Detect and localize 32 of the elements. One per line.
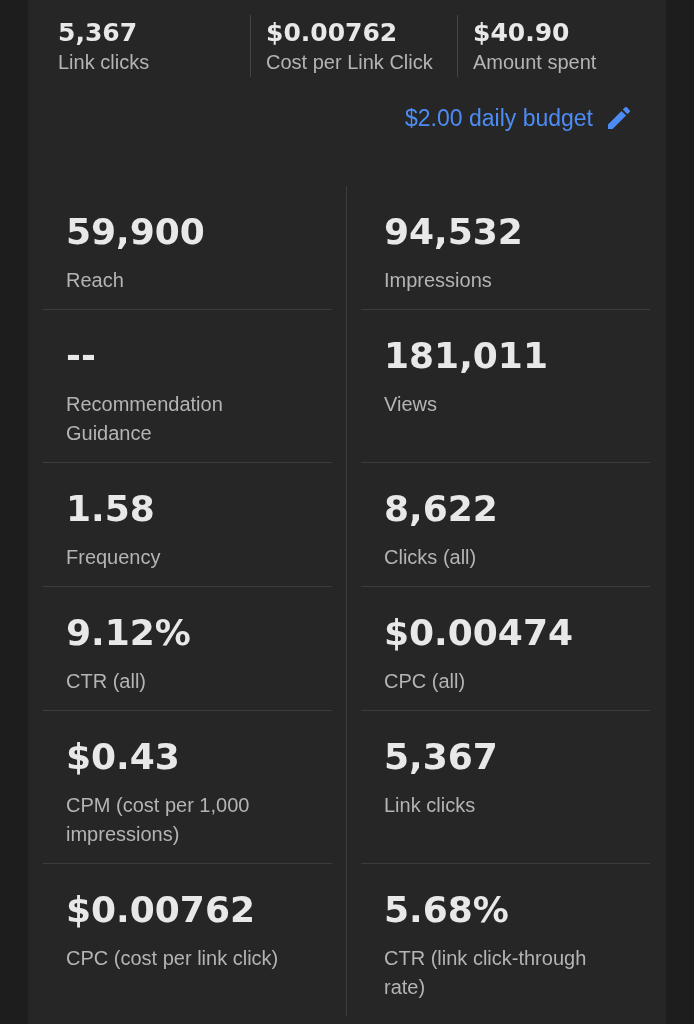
metric-label: CPC (all) bbox=[384, 669, 467, 694]
summary-value: $0.00762 bbox=[266, 17, 399, 49]
metric-label: Recommendation Guidance bbox=[66, 392, 224, 446]
summary-value: 5,367 bbox=[58, 17, 139, 49]
metric-value: 8,622 bbox=[384, 487, 499, 531]
metric-value: 94,532 bbox=[384, 210, 524, 254]
pencil-icon bbox=[608, 107, 630, 129]
summary-label: Link clicks bbox=[58, 50, 151, 75]
metric-value: $0.00762 bbox=[66, 888, 257, 932]
metric-label: Frequency bbox=[66, 545, 162, 570]
metric-label: Clicks (all) bbox=[384, 545, 478, 570]
summary-value: $40.90 bbox=[473, 17, 571, 49]
summary-label: Amount spent bbox=[473, 50, 598, 75]
metric-label: Impressions bbox=[384, 268, 493, 293]
metric-value: 59,900 bbox=[66, 210, 206, 254]
daily-budget-link[interactable]: $2.00 daily budget bbox=[405, 104, 630, 132]
metric-label: CPC (cost per link click) bbox=[66, 946, 280, 971]
metric-value: $0.43 bbox=[66, 735, 181, 779]
metric-label: Link clicks bbox=[384, 793, 477, 818]
metric-value: 5,367 bbox=[384, 735, 499, 779]
metric-value: 9.12% bbox=[66, 611, 192, 655]
summary-label: Cost per Link Click bbox=[266, 50, 434, 75]
metric-label: CTR (all) bbox=[66, 669, 147, 694]
metric-label: Reach bbox=[66, 268, 125, 293]
metric-value: 1.58 bbox=[66, 487, 156, 531]
metric-label: Views bbox=[384, 392, 438, 417]
metric-label: CPM (cost per 1,000 impressions) bbox=[66, 793, 251, 847]
metric-label: CTR (link click-through rate) bbox=[384, 946, 588, 1000]
metric-value: -- bbox=[66, 334, 97, 378]
metric-value: 5.68% bbox=[384, 888, 510, 932]
metric-value: $0.00474 bbox=[384, 611, 575, 655]
metric-value: 181,011 bbox=[384, 334, 549, 378]
